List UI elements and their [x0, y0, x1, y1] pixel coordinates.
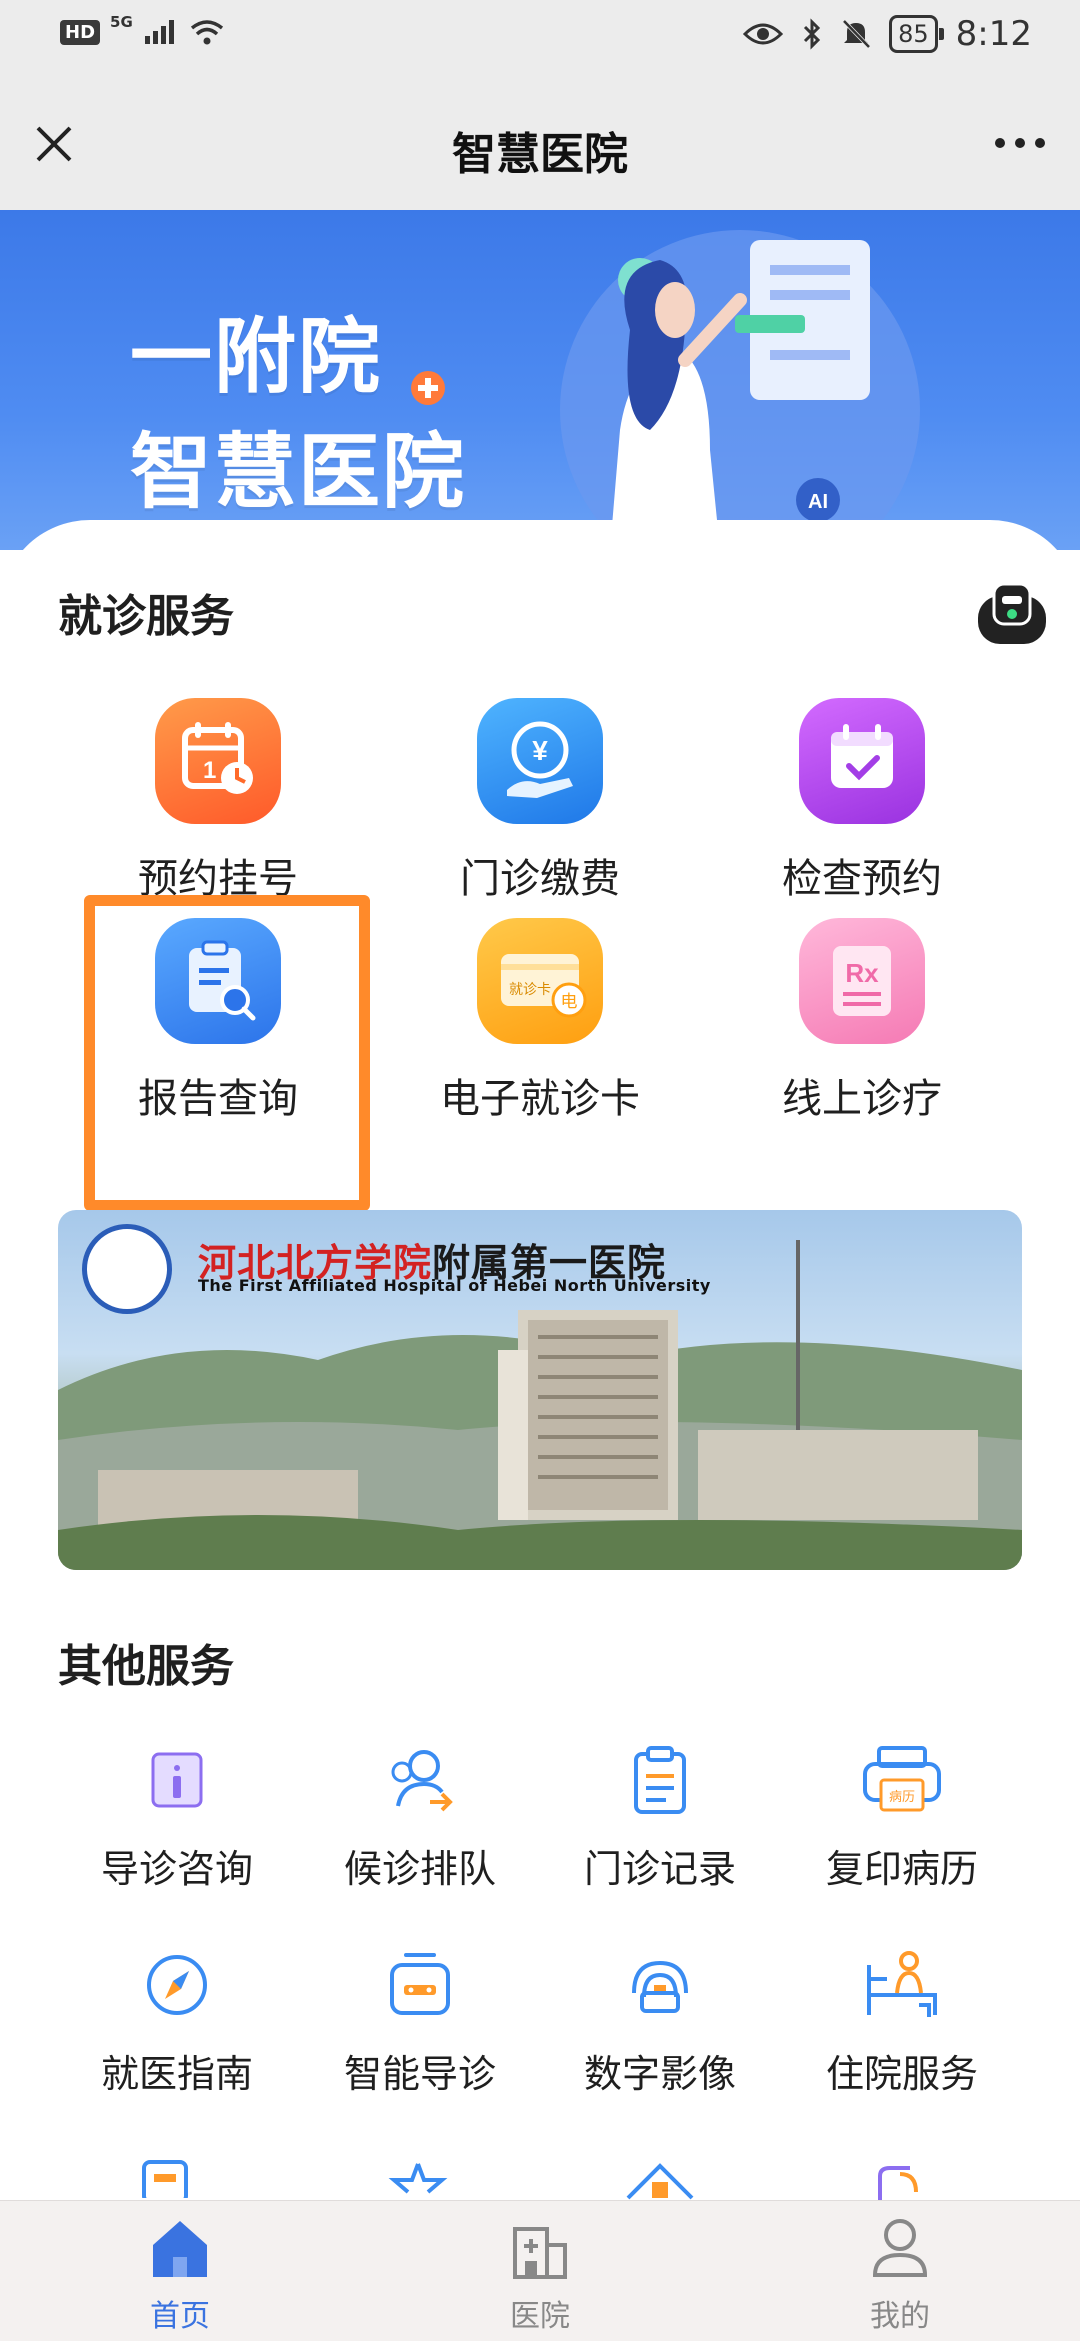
other-label: 智能导诊 [343, 2052, 496, 2096]
other-label: 导诊咨询 [100, 1847, 253, 1891]
hospital-name-en: The First Affiliated Hospital of Hebei N… [198, 1276, 711, 1295]
other-copy-record[interactable]: 病历 复印病历 [787, 1740, 1017, 1893]
page-title: 智慧医院 [452, 129, 628, 180]
other-medical-guide[interactable]: 就医指南 [62, 1945, 292, 2098]
calendar-clock-icon: 1 [155, 698, 281, 824]
service-payment[interactable]: ¥ 门诊缴费 [400, 698, 680, 904]
service-online-consult[interactable]: Rx 线上诊疗 [722, 918, 1002, 1124]
nav-hospital[interactable]: 医院 [440, 2215, 640, 2335]
battery-indicator: 85 [889, 15, 944, 53]
card-text: 就诊卡 [509, 982, 551, 998]
rx-text: Rx [845, 958, 879, 988]
other-queue[interactable]: 候诊排队 [305, 1740, 535, 1893]
service-e-card[interactable]: 就诊卡 电 电子就诊卡 [400, 918, 680, 1124]
nav-label: 医院 [510, 2299, 570, 2334]
signal-icon [144, 20, 174, 44]
svg-text:¥: ¥ [532, 735, 548, 766]
other-label: 就医指南 [100, 2052, 253, 2096]
nav-profile[interactable]: 我的 [800, 2215, 1000, 2335]
other-label: 复印病历 [825, 1847, 978, 1891]
other-label: 数字影像 [583, 2052, 736, 2096]
main-card: 就诊服务 1 预约挂号 ¥ 门诊缴费 检查预约 报告查询 就诊卡 电 电子就诊卡… [0, 520, 1080, 2200]
service-appointment[interactable]: 1 预约挂号 [78, 698, 358, 904]
section-title-other: 其他服务 [58, 1641, 234, 1692]
compass-icon [147, 1955, 207, 2015]
bottom-navigation: 首页 医院 我的 [0, 2200, 1080, 2341]
clock: 8:12 [955, 14, 1032, 54]
service-exam-booking[interactable]: 检查预约 [722, 698, 1002, 904]
svg-text:1: 1 [203, 757, 216, 784]
banner-line-1: 一附院 [130, 310, 383, 405]
hospital-photo-banner[interactable]: 河北北方学院附属第一医院 The First Affiliated Hospit… [58, 1210, 1022, 1570]
app-header: 智慧医院 [0, 80, 1080, 210]
nav-label: 首页 [150, 2299, 210, 2334]
other-digital-imaging[interactable]: 数字影像 [545, 1945, 775, 2098]
other-label: 住院服务 [825, 2052, 978, 2096]
clipboard-icon [634, 1746, 686, 1814]
service-label: 检查预约 [782, 856, 942, 902]
highlight-box [84, 895, 370, 1211]
partial-document-icon [878, 2166, 918, 2200]
home-icon [153, 2221, 207, 2277]
other-label: 候诊排队 [343, 1847, 496, 1891]
promo-banner[interactable]: 一附院 智慧医院 AI [0, 210, 1080, 550]
hd-indicator: HD [60, 19, 101, 45]
partial-star-icon [388, 2163, 448, 2194]
info-icon [151, 1752, 203, 1808]
banner-line-2: 智慧医院 [130, 425, 467, 520]
other-inpatient[interactable]: 住院服务 [787, 1945, 1017, 2098]
imaging-icon [632, 1960, 688, 2013]
plus-badge-icon [411, 371, 445, 405]
prescription-icon: Rx [799, 918, 925, 1044]
medical-card-icon: 就诊卡 电 [477, 918, 603, 1044]
eye-icon [743, 23, 784, 45]
partial-home-icon [626, 2163, 694, 2200]
other-smart-guide[interactable]: 智能导诊 [305, 1945, 535, 2098]
printer-icon: 病历 [863, 1746, 941, 1812]
card-badge: 电 [561, 992, 578, 1012]
ai-badge: AI [808, 491, 828, 513]
partial-id-card-icon [142, 2160, 188, 2198]
service-label: 电子就诊卡 [440, 1076, 640, 1122]
yuan-payment-icon: ¥ [477, 698, 603, 824]
section-title-medical: 就诊服务 [58, 591, 234, 642]
other-guide-consult[interactable]: 导诊咨询 [62, 1740, 292, 1893]
status-bar: HD 5G 85 8:12 [0, 0, 1080, 80]
service-label: 门诊缴费 [460, 856, 620, 902]
university-logo [82, 1224, 172, 1314]
more-options-icon[interactable] [990, 118, 1050, 168]
hospital-icon [513, 2227, 567, 2279]
calendar-check-icon [799, 698, 925, 824]
other-outpatient-record[interactable]: 门诊记录 [545, 1740, 775, 1893]
network-type: 5G [110, 13, 133, 31]
doctor-illustration: AI [560, 230, 920, 550]
service-label: 线上诊疗 [782, 1076, 942, 1122]
nav-home[interactable]: 首页 [80, 2215, 280, 2335]
inpatient-icon [867, 1951, 937, 2017]
queue-icon [391, 1750, 453, 1812]
robot-guide-icon [390, 1953, 450, 2015]
printer-badge: 病历 [889, 1790, 915, 1805]
robot-assistant-icon[interactable] [974, 582, 1050, 648]
nav-label: 我的 [870, 2299, 930, 2334]
wifi-icon [190, 20, 223, 45]
profile-icon [872, 2219, 928, 2277]
mute-bell-icon [842, 19, 871, 49]
bluetooth-icon [804, 18, 821, 50]
other-label: 门诊记录 [583, 1847, 736, 1891]
